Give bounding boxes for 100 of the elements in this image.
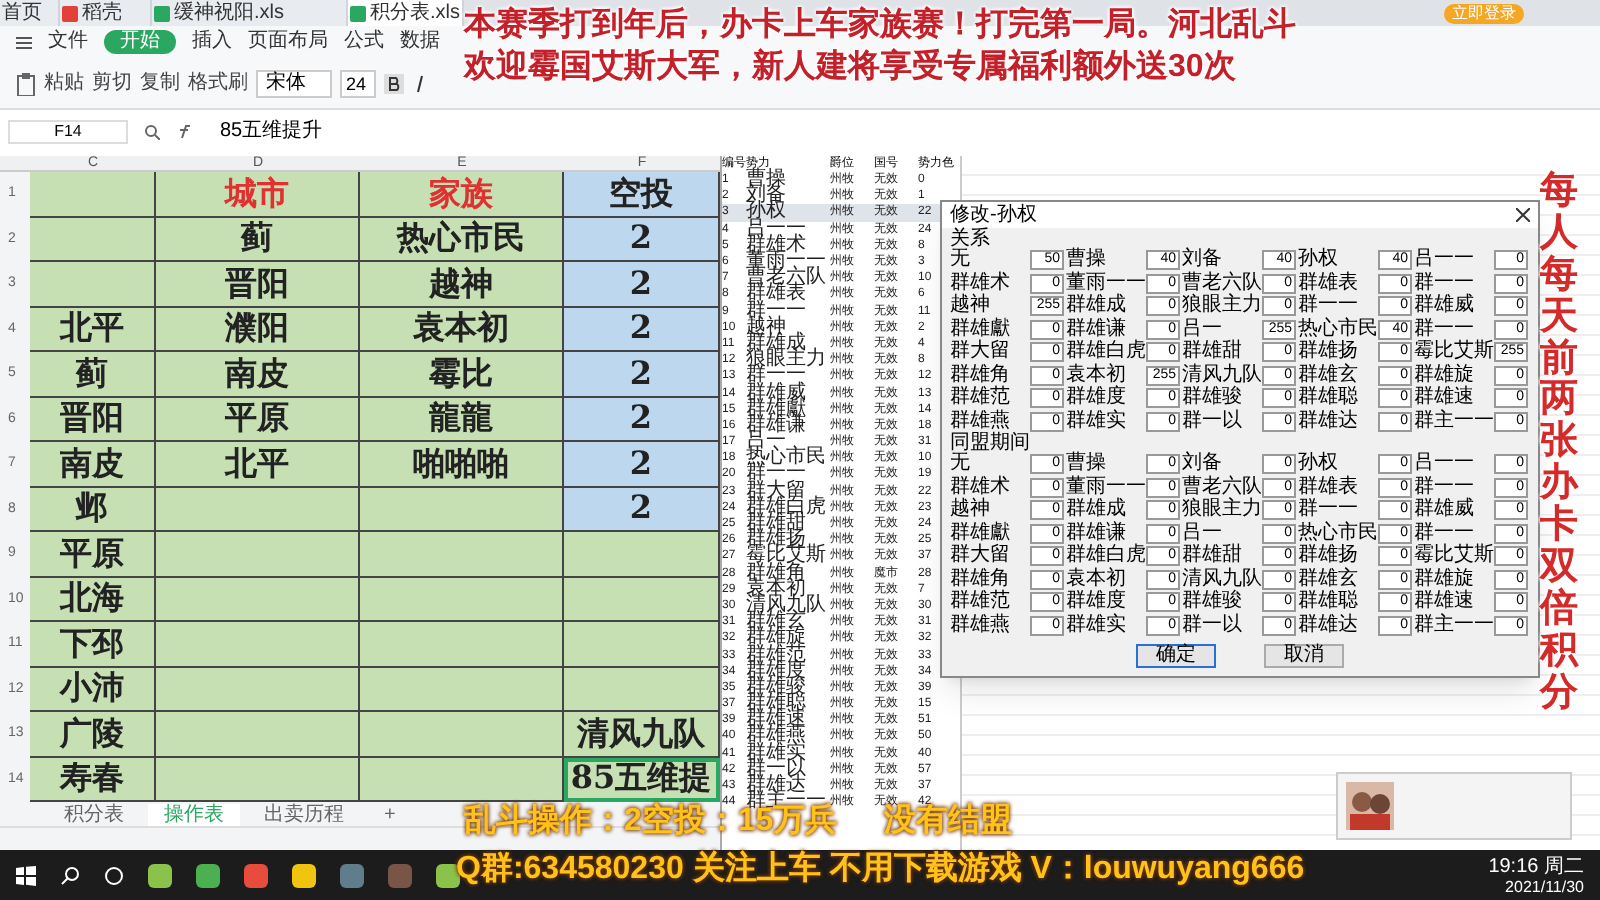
- list-cell-text: 清风九队: [746, 597, 828, 614]
- field-label: 群一一: [1414, 273, 1476, 294]
- field-label: 群雄聪: [1298, 592, 1360, 613]
- table-cell: 城市: [156, 172, 360, 217]
- tab-label: 首页: [2, 2, 42, 24]
- tab-label: 稻壳: [82, 2, 122, 24]
- field-label: 群雄术: [950, 273, 1012, 294]
- field-label: 群雄成: [1066, 296, 1128, 317]
- field-label: 群雄表: [1298, 477, 1360, 498]
- field-label: 群雄范: [950, 388, 1012, 409]
- list-cell-text: 曹老六队: [746, 270, 828, 287]
- field-label: 群雄甜: [1182, 342, 1244, 363]
- field-label: 刘备: [1182, 454, 1224, 475]
- field-label: 群雄威: [1414, 500, 1476, 521]
- table-cell: 越神: [360, 262, 564, 307]
- table-cell: 2: [564, 442, 720, 487]
- field-label: 群主一一: [1414, 411, 1494, 432]
- field-label: 群雄燕: [950, 615, 1012, 636]
- list-cell-text: 群雄表: [746, 286, 806, 303]
- table-cell: 北平: [30, 307, 156, 352]
- field-label: 无: [950, 454, 972, 475]
- field-label: 热心市民: [1298, 523, 1378, 544]
- field-label: 霉比艾斯: [1414, 546, 1494, 567]
- field-label: 群雄旋: [1414, 569, 1476, 590]
- field-label: 吕一: [1182, 319, 1222, 340]
- list-cell-text: 群雄扬: [746, 532, 806, 549]
- field-label: 群雄燕: [950, 411, 1012, 432]
- field-label: 曹老六队: [1182, 273, 1262, 294]
- table-cell: 龍龍: [360, 397, 564, 442]
- table-cell: 广陵: [30, 712, 156, 757]
- table-cell: 寿春: [30, 757, 156, 802]
- field-label: 狼眼主力: [1182, 296, 1262, 317]
- section-label: 同盟期间: [948, 432, 1032, 454]
- table-cell: 家族: [360, 172, 564, 217]
- table-cell: 平原: [156, 397, 360, 442]
- table-cell: 平原: [30, 532, 156, 577]
- list-cell-text: 群雄旋: [746, 630, 808, 647]
- field-label: 狼眼主力: [1182, 500, 1262, 521]
- field-label: 曹操: [1066, 454, 1108, 475]
- table-cell: 南皮: [156, 352, 360, 397]
- overlay-caption: 本赛季打到年后，办卡上车家族赛！打完第一局。河北乱斗: [464, 4, 1296, 46]
- field-label: 群大留: [950, 546, 1012, 567]
- field-label: 群雄白虎: [1066, 546, 1146, 567]
- field-label: 群雄白虎: [1066, 342, 1146, 363]
- list-cell-text: 曹操: [746, 172, 788, 189]
- field-label: 袁本初: [1066, 569, 1128, 590]
- field-label: 群雄角: [950, 569, 1012, 590]
- field-label: 曹操: [1066, 250, 1108, 271]
- list-cell-text: 群雄达: [746, 778, 808, 795]
- field-label: 群雄骏: [1182, 592, 1244, 613]
- field-label: 群大留: [950, 342, 1012, 363]
- field-label: 群雄聪: [1298, 388, 1360, 409]
- field-label: 群雄表: [1298, 273, 1360, 294]
- table-cell: 2: [564, 397, 720, 442]
- table-cell: 2: [564, 217, 720, 262]
- field-label: 群雄实: [1066, 411, 1128, 432]
- field-label: 群一一: [1414, 319, 1474, 340]
- list-cell-text: 热心市民: [746, 450, 828, 467]
- field-label: 群雄谦: [1066, 319, 1127, 340]
- clock-time: 19:16 周二: [1488, 856, 1584, 878]
- field-label: 群一一: [1414, 477, 1476, 498]
- field-label: 热心市民: [1298, 319, 1378, 340]
- tab-label: 缓神祝阳.xls: [174, 2, 284, 24]
- section-label: 关系: [948, 228, 992, 250]
- field-label: 董雨一一: [1066, 477, 1146, 498]
- table-cell: 空投: [564, 172, 720, 217]
- list-cell-text: 刘备: [746, 188, 788, 205]
- field-label: 群雄速: [1414, 592, 1476, 613]
- table-cell: 霉比: [360, 352, 564, 397]
- list-cell-text: 越神: [746, 319, 786, 336]
- field-label: 群雄甜: [1182, 546, 1244, 567]
- table-cell: 清风九队: [564, 712, 720, 757]
- list-cell-text: 群雄术: [746, 237, 808, 254]
- list-cell-text: 群雄威: [746, 385, 808, 402]
- field-label: 群一一: [1414, 523, 1474, 544]
- list-cell-text: 群雄甜: [746, 516, 807, 533]
- field-label: 群雄达: [1298, 615, 1360, 636]
- clock-date: 2021/11/30: [1505, 878, 1584, 896]
- field-label: 吕一一: [1414, 250, 1476, 271]
- table-cell: 2: [564, 352, 720, 397]
- field-label: 吕一一: [1414, 454, 1476, 475]
- field-label: 群雄度: [1066, 592, 1128, 613]
- list-cell-text: 袁本初: [746, 581, 806, 598]
- table-cell: 啪啪啪: [360, 442, 564, 487]
- field-label: 群雄速: [1414, 388, 1476, 409]
- list-cell-text: 群大留: [746, 483, 807, 500]
- field-label: 群雄玄: [1298, 569, 1360, 590]
- list-cell-text: 群雄燕: [746, 728, 808, 745]
- list-cell-text: 群雄速: [746, 712, 808, 729]
- field-label: 群雄威: [1414, 296, 1476, 317]
- list-cell-text: 群一一: [746, 466, 806, 483]
- field-label: 群雄角: [950, 365, 1012, 386]
- field-label: 群雄扬: [1298, 342, 1360, 363]
- field-label: 群雄范: [950, 592, 1012, 613]
- table-cell: 85五维提: [564, 757, 720, 802]
- list-cell-text: 群雄獻: [746, 401, 808, 418]
- field-label: 群雄术: [950, 477, 1012, 498]
- field-label: 群雄骏: [1182, 388, 1244, 409]
- table-cell: 2: [564, 487, 720, 532]
- table-cell: 北海: [30, 577, 156, 622]
